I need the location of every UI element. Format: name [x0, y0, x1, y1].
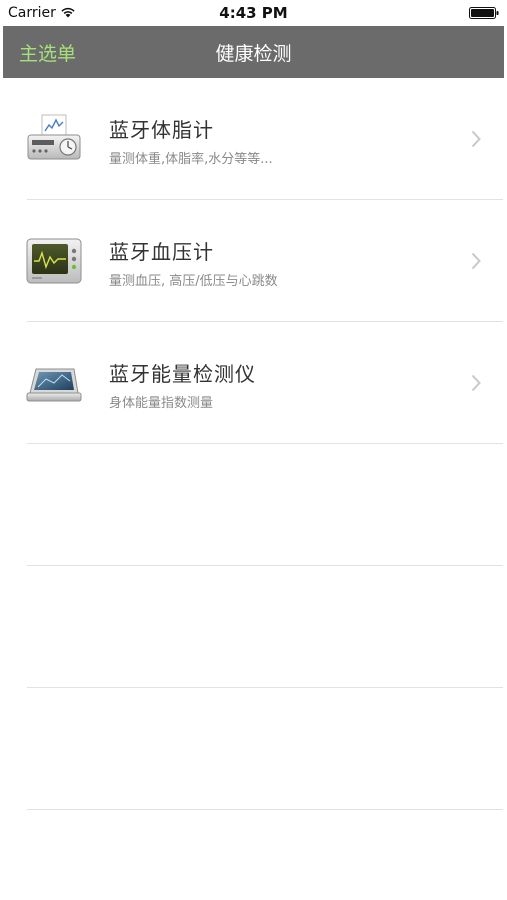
item-title: 蓝牙体脂计 — [109, 118, 214, 142]
navigation-bar: 主选单 健康检测 — [3, 26, 504, 78]
empty-row — [0, 688, 507, 810]
device-list: 蓝牙体脂计 量测体重,体脂率,水分等等... 蓝牙血压计 量测血压, 高压/低压… — [0, 78, 507, 810]
clock: 4:43 PM — [219, 4, 288, 22]
list-item-body-fat-scale[interactable]: 蓝牙体脂计 量测体重,体脂率,水分等等... — [0, 78, 507, 200]
row-divider — [27, 809, 503, 810]
chevron-right-icon — [471, 130, 481, 148]
status-bar: Carrier 4:43 PM — [0, 0, 507, 26]
screen: Carrier 4:43 PM 主选单 健康检测 蓝牙体脂计 量测体重,体脂率,… — [0, 0, 507, 900]
item-subtitle: 量测体重,体脂率,水分等等... — [109, 152, 273, 167]
body-fat-scale-icon — [27, 114, 81, 160]
item-title: 蓝牙血压计 — [109, 240, 214, 264]
chevron-right-icon — [471, 374, 481, 392]
item-subtitle: 身体能量指数测量 — [109, 396, 214, 411]
blood-pressure-monitor-icon — [26, 238, 82, 284]
energy-detector-icon — [26, 368, 82, 402]
list-item-blood-pressure-monitor[interactable]: 蓝牙血压计 量测血压, 高压/低压与心跳数 — [0, 200, 507, 322]
item-title: 蓝牙能量检测仪 — [109, 362, 256, 386]
list-item-energy-detector[interactable]: 蓝牙能量检测仪 身体能量指数测量 — [0, 322, 507, 444]
chevron-right-icon — [471, 252, 481, 270]
item-subtitle: 量测血压, 高压/低压与心跳数 — [109, 274, 278, 289]
empty-row — [0, 444, 507, 566]
page-title: 健康检测 — [215, 43, 292, 65]
battery-icon — [469, 7, 499, 19]
empty-row — [0, 566, 507, 688]
